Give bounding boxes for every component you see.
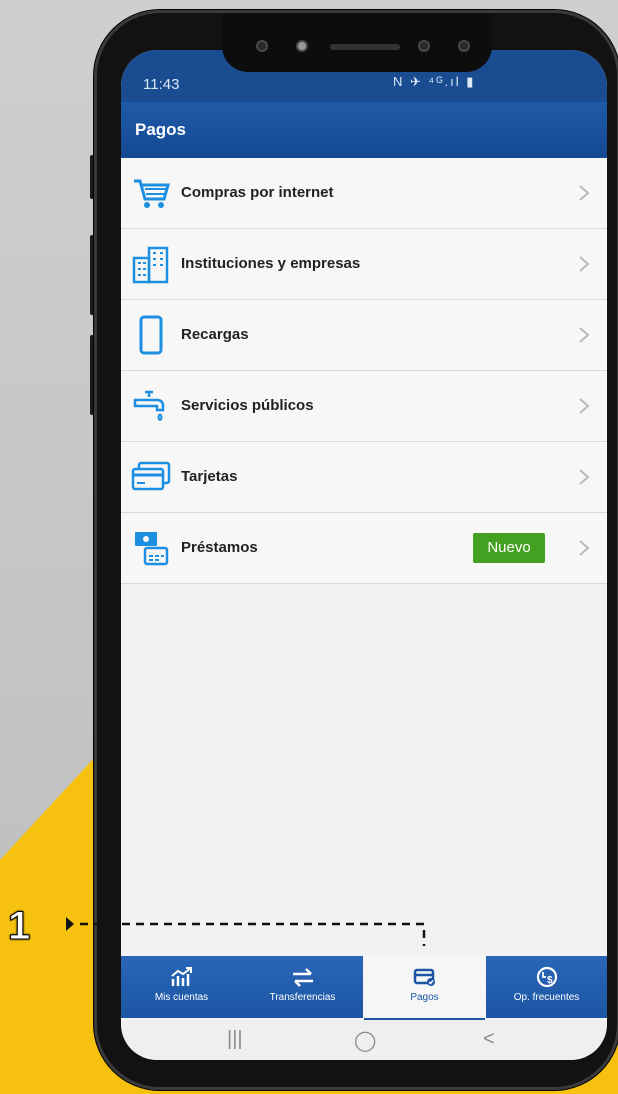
tab-pagos[interactable]: Pagos bbox=[364, 956, 485, 1018]
menu-item-label: Recargas bbox=[181, 326, 249, 343]
chevron-right-icon bbox=[579, 398, 590, 414]
camera-icon bbox=[256, 40, 268, 52]
loan-icon bbox=[135, 532, 169, 566]
shopping-cart-icon bbox=[134, 179, 170, 208]
payments-menu: Compras por internet Instituciones y emp… bbox=[121, 158, 607, 584]
water-faucet-icon bbox=[133, 390, 165, 422]
front-camera-icon bbox=[418, 40, 430, 52]
tab-label: Pagos bbox=[410, 992, 439, 1003]
home-button[interactable]: ◯ bbox=[354, 1028, 376, 1053]
menu-item-servicios-publicos[interactable]: Servicios públicos bbox=[121, 371, 607, 442]
chevron-right-icon bbox=[579, 327, 590, 343]
menu-item-prestamos[interactable]: Préstamos Nuevo bbox=[121, 513, 607, 584]
mobile-phone-icon bbox=[139, 315, 163, 355]
new-badge: Nuevo bbox=[473, 533, 545, 563]
menu-item-tarjetas[interactable]: Tarjetas bbox=[121, 442, 607, 513]
transfer-arrows-icon bbox=[292, 968, 313, 987]
tab-op-frecuentes[interactable]: $ Op. frecuentes bbox=[486, 956, 607, 1018]
menu-item-label: Préstamos bbox=[181, 539, 258, 556]
clock-money-icon: $ bbox=[536, 966, 557, 988]
sensor-2-icon bbox=[458, 40, 470, 52]
chevron-right-icon bbox=[579, 540, 590, 556]
svg-text:$: $ bbox=[547, 975, 553, 986]
status-time: 11:43 bbox=[143, 76, 180, 93]
callout-number: 1 bbox=[8, 904, 31, 949]
menu-item-label: Instituciones y empresas bbox=[181, 255, 361, 272]
chevron-right-icon bbox=[579, 256, 590, 272]
menu-item-recargas[interactable]: Recargas bbox=[121, 300, 607, 371]
status-icons: N ✈ ⁴ᴳ.ıl ▮ bbox=[393, 74, 476, 89]
credit-card-icon bbox=[131, 461, 171, 491]
menu-item-compras-por-internet[interactable]: Compras por internet bbox=[121, 158, 607, 229]
menu-item-label: Compras por internet bbox=[181, 184, 334, 201]
building-icon bbox=[132, 246, 169, 284]
recents-button[interactable]: ||| bbox=[227, 1028, 243, 1051]
app-header: Pagos bbox=[121, 102, 607, 158]
phone-notch bbox=[222, 14, 492, 72]
tab-transferencias[interactable]: Transferencias bbox=[242, 956, 363, 1018]
payment-card-icon bbox=[413, 968, 435, 986]
page-title: Pagos bbox=[135, 120, 187, 139]
menu-item-instituciones-y-empresas[interactable]: Instituciones y empresas bbox=[121, 229, 607, 300]
chart-icon bbox=[170, 967, 192, 986]
chevron-right-icon bbox=[579, 185, 590, 201]
tab-label: Op. frecuentes bbox=[513, 992, 580, 1003]
menu-item-label: Servicios públicos bbox=[181, 397, 314, 414]
tab-label: Mis cuentas bbox=[154, 992, 209, 1003]
sensor-icon bbox=[296, 40, 308, 52]
tab-mis-cuentas[interactable]: Mis cuentas bbox=[121, 956, 242, 1018]
phone-screen: 11:43 N ✈ ⁴ᴳ.ıl ▮ Pagos Compras por inte… bbox=[121, 50, 607, 1060]
speaker-grille bbox=[330, 44, 400, 50]
back-button[interactable]: < bbox=[483, 1028, 495, 1051]
system-navigation-bar: ||| ◯ < bbox=[121, 1020, 607, 1060]
menu-item-label: Tarjetas bbox=[181, 468, 238, 485]
tab-label: Transferencias bbox=[269, 992, 336, 1003]
chevron-right-icon bbox=[579, 469, 590, 485]
bottom-navigation: Mis cuentas Transferencias Pagos $ Op. f… bbox=[121, 956, 607, 1021]
